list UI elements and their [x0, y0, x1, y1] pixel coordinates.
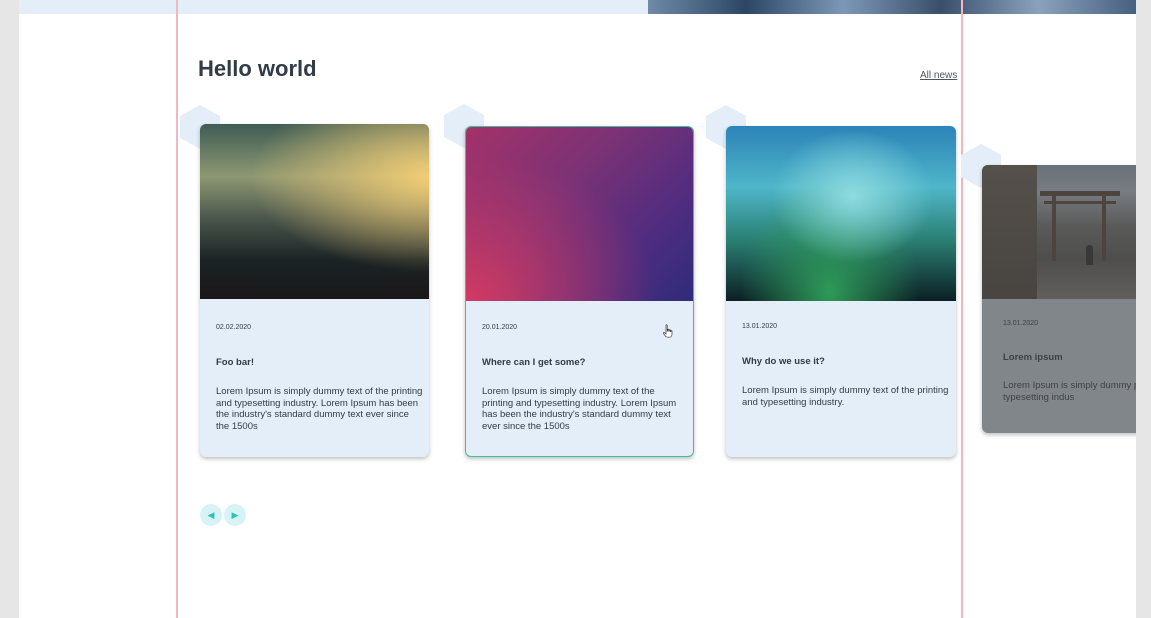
- card-title: Lorem ipsum: [1003, 352, 1063, 363]
- news-card[interactable]: 02.02.2020 Foo bar! Lorem Ipsum is simpl…: [200, 124, 429, 457]
- layout-guide-right: [961, 0, 963, 618]
- scrollbar-track[interactable]: [1136, 0, 1151, 618]
- card-image: [200, 124, 429, 299]
- news-card[interactable]: 13.01.2020 Why do we use it? Lorem Ipsum…: [726, 126, 956, 457]
- header-image: [648, 0, 1136, 14]
- card-description: Lorem Ipsum is simply dummy text of the …: [482, 386, 677, 432]
- card-image: [726, 126, 956, 301]
- card-title: Where can I get some?: [482, 357, 586, 368]
- card-image: [982, 165, 1136, 299]
- previous-button[interactable]: ◀: [200, 504, 222, 526]
- news-card-dimmed[interactable]: 13.01.2020 Lorem ipsum Lorem Ipsum is si…: [982, 165, 1136, 433]
- arrow-right-icon: ▶: [231, 510, 239, 520]
- header-strip: [19, 0, 648, 14]
- all-news-link[interactable]: All news: [920, 70, 957, 81]
- person-silhouette: [1086, 245, 1093, 265]
- house-shape: [982, 165, 1037, 299]
- card-description: Lorem Ipsum is simply dummy text of the …: [742, 385, 949, 408]
- card-date: 13.01.2020: [742, 323, 778, 330]
- next-button[interactable]: ▶: [224, 504, 246, 526]
- card-date: 13.01.2020: [1003, 320, 1039, 327]
- page: Hello world All news 02.02.2020 Foo bar!…: [19, 0, 1136, 618]
- card-image: [466, 127, 693, 301]
- torii-gate-shape: [1102, 191, 1106, 261]
- arrow-left-icon: ◀: [207, 510, 215, 520]
- card-title: Foo bar!: [216, 357, 254, 368]
- news-card-hovered[interactable]: 20.01.2020 Where can I get some? Lorem I…: [465, 126, 694, 457]
- layout-guide-left: [176, 0, 178, 618]
- section-title: Hello world: [198, 56, 317, 81]
- card-date: 02.02.2020: [216, 324, 252, 331]
- card-title: Why do we use it?: [742, 356, 825, 367]
- card-date: 20.01.2020: [482, 324, 518, 331]
- torii-gate-shape: [1052, 191, 1056, 261]
- card-description: Lorem Ipsum is simply dummy printing and…: [1003, 380, 1136, 403]
- hand-cursor-icon: [662, 324, 673, 338]
- card-description: Lorem Ipsum is simply dummy text of the …: [216, 386, 423, 432]
